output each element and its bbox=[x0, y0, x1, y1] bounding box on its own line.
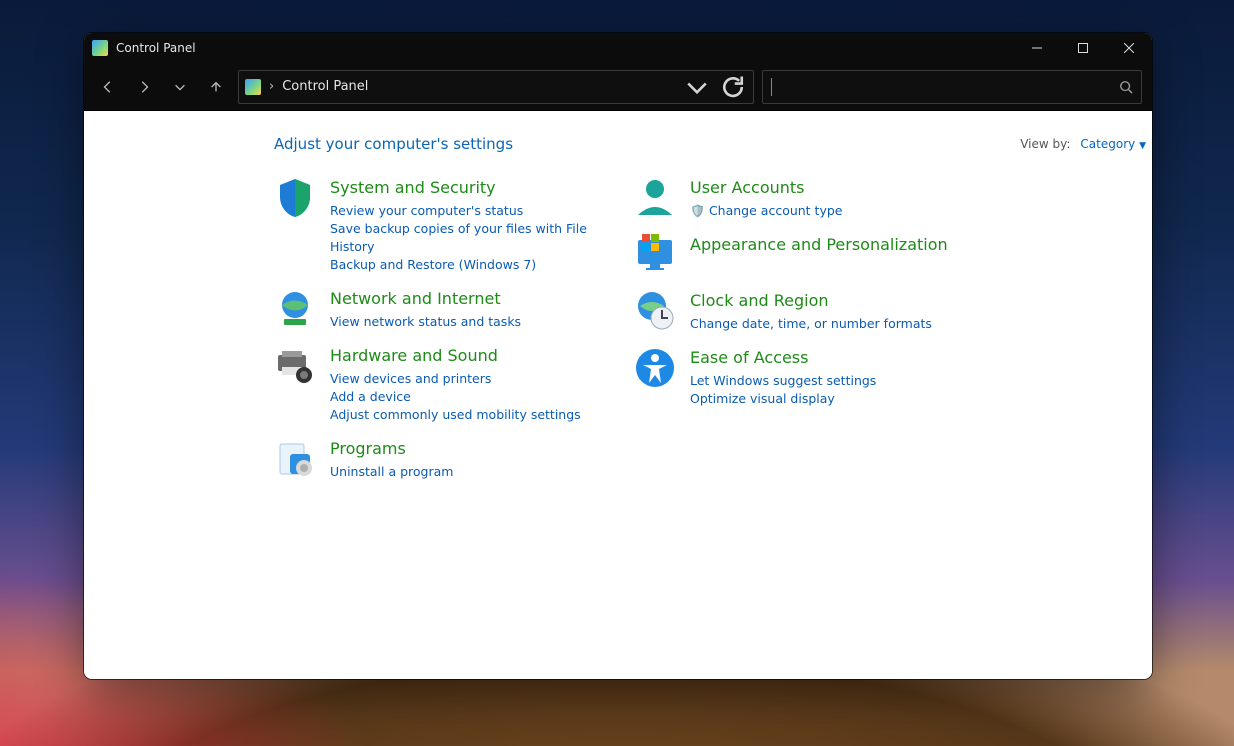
globe-network-icon bbox=[274, 288, 316, 330]
category-column-right: User Accounts 🛡️ Change account type bbox=[634, 177, 1152, 481]
subcategory-link[interactable]: Backup and Restore (Windows 7) bbox=[330, 256, 624, 274]
category-link[interactable]: User Accounts bbox=[690, 177, 842, 199]
subcategory-link[interactable]: Uninstall a program bbox=[330, 463, 453, 481]
back-button[interactable] bbox=[94, 73, 122, 101]
accessibility-icon bbox=[634, 347, 676, 389]
subcategory-link[interactable]: 🛡️ Change account type bbox=[690, 202, 842, 220]
content-header: Adjust your computer's settings View by:… bbox=[274, 135, 1152, 153]
user-icon bbox=[634, 177, 676, 219]
category-appearance-personalization: Appearance and Personalization bbox=[634, 234, 1152, 276]
category-hardware-sound: Hardware and Sound View devices and prin… bbox=[274, 345, 624, 424]
category-link[interactable]: Hardware and Sound bbox=[330, 345, 581, 367]
recent-locations-dropdown[interactable] bbox=[166, 73, 194, 101]
programs-icon bbox=[274, 438, 316, 480]
toolbar: › Control Panel bbox=[84, 63, 1152, 111]
maximize-button[interactable] bbox=[1060, 33, 1106, 63]
subcategory-link[interactable]: Review your computer's status bbox=[330, 202, 624, 220]
category-system-security: System and Security Review your computer… bbox=[274, 177, 624, 274]
subcategory-link[interactable]: View network status and tasks bbox=[330, 313, 521, 331]
subcategory-link[interactable]: View devices and printers bbox=[330, 370, 581, 388]
page-title: Adjust your computer's settings bbox=[274, 135, 513, 153]
chevron-right-icon: › bbox=[269, 79, 274, 94]
category-link[interactable]: System and Security bbox=[330, 177, 624, 199]
subcategory-link[interactable]: Change date, time, or number formats bbox=[690, 315, 932, 333]
uac-shield-icon: 🛡️ bbox=[690, 202, 705, 220]
address-icon bbox=[245, 79, 261, 95]
address-history-dropdown[interactable] bbox=[683, 73, 711, 101]
subcategory-link[interactable]: Add a device bbox=[330, 388, 581, 406]
search-input[interactable] bbox=[778, 79, 1119, 94]
subcategory-link[interactable]: Let Windows suggest settings bbox=[690, 372, 876, 390]
shield-icon bbox=[274, 177, 316, 219]
refresh-button[interactable] bbox=[719, 73, 747, 101]
category-link[interactable]: Programs bbox=[330, 438, 453, 460]
viewby-label: View by: bbox=[1020, 137, 1070, 151]
category-link[interactable]: Ease of Access bbox=[690, 347, 876, 369]
category-clock-region: Clock and Region Change date, time, or n… bbox=[634, 290, 1152, 333]
search-icon bbox=[1119, 80, 1133, 94]
subcategory-link[interactable]: Save backup copies of your files with Fi… bbox=[330, 220, 624, 256]
monitor-apps-icon bbox=[634, 234, 676, 276]
search-box[interactable] bbox=[762, 70, 1142, 104]
close-button[interactable] bbox=[1106, 33, 1152, 63]
window-title: Control Panel bbox=[116, 41, 196, 55]
titlebar: Control Panel bbox=[84, 33, 1152, 63]
content-area: Adjust your computer's settings View by:… bbox=[84, 111, 1152, 679]
forward-button[interactable] bbox=[130, 73, 158, 101]
minimize-button[interactable] bbox=[1014, 33, 1060, 63]
breadcrumb[interactable]: Control Panel bbox=[282, 79, 368, 94]
control-panel-window: Control Panel › Control Panel bbox=[84, 33, 1152, 679]
printer-camera-icon bbox=[274, 345, 316, 387]
text-caret bbox=[771, 78, 772, 96]
subcategory-link[interactable]: Adjust commonly used mobility settings bbox=[330, 406, 581, 424]
viewby-value: Category bbox=[1080, 137, 1135, 151]
category-link[interactable]: Appearance and Personalization bbox=[690, 234, 948, 256]
up-button[interactable] bbox=[202, 73, 230, 101]
category-link[interactable]: Clock and Region bbox=[690, 290, 932, 312]
category-ease-of-access: Ease of Access Let Windows suggest setti… bbox=[634, 347, 1152, 408]
clock-globe-icon bbox=[634, 290, 676, 332]
viewby-row: View by: Category ▼ bbox=[1020, 137, 1146, 151]
chevron-down-icon: ▼ bbox=[1139, 141, 1146, 151]
address-bar[interactable]: › Control Panel bbox=[238, 70, 754, 104]
category-programs: Programs Uninstall a program bbox=[274, 438, 624, 481]
category-network-internet: Network and Internet View network status… bbox=[274, 288, 624, 331]
subcategory-link[interactable]: Optimize visual display bbox=[690, 390, 876, 408]
category-user-accounts: User Accounts 🛡️ Change account type bbox=[634, 177, 1152, 220]
viewby-dropdown[interactable]: Category ▼ bbox=[1080, 137, 1146, 151]
category-link[interactable]: Network and Internet bbox=[330, 288, 521, 310]
category-grid: System and Security Review your computer… bbox=[274, 177, 1152, 481]
control-panel-icon bbox=[92, 40, 108, 56]
category-column-left: System and Security Review your computer… bbox=[274, 177, 624, 481]
